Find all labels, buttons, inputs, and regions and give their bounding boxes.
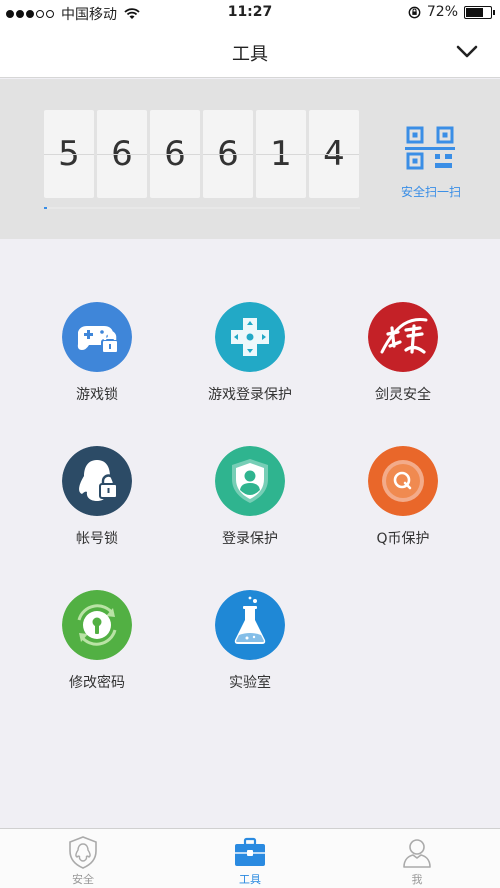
tool-jianling-security[interactable]: 剑灵安全 [338,302,468,412]
game-login-protect-icon [215,302,285,372]
tool-login-protect[interactable]: 登录保护 [185,446,315,556]
tool-label: 修改密码 [69,675,125,691]
change-password-icon [62,590,132,660]
tool-label: Q币保护 [376,531,430,547]
toolbox-icon [235,837,265,866]
rotation-lock-icon [408,6,421,18]
token-digit: 4 [309,110,359,198]
tool-change-password[interactable]: 修改密码 [32,590,162,700]
token-digit: 6 [150,110,200,198]
tool-label: 游戏登录保护 [208,387,292,403]
tab-label: 工具 [239,873,261,886]
tool-label: 剑灵安全 [375,387,431,403]
tool-label: 帐号锁 [76,531,118,547]
tool-game-login-protect[interactable]: 游戏登录保护 [185,302,315,412]
tool-lab[interactable]: 实验室 [185,590,315,700]
status-bar: 中国移动 11:27 72% [0,0,500,26]
battery-icon [464,5,495,19]
user-icon [403,839,431,868]
tab-label: 我 [411,873,423,886]
qr-scan-icon [405,126,455,170]
tool-label: 游戏锁 [76,387,118,403]
tab-tools[interactable]: 工具 [167,829,333,888]
token-panel: 5 6 6 6 1 4 安全扫一扫 [0,79,500,239]
battery-fill [466,7,484,17]
security-scan-label: 安全扫一扫 [400,185,461,199]
qcoin-protect-icon [368,446,438,516]
tool-qcoin-protect[interactable]: Q币保护 [338,446,468,556]
token-digit: 6 [97,110,147,198]
nav-bar: 工具 [0,26,500,78]
token-digit: 6 [203,110,253,198]
tab-security[interactable]: 安全 [0,829,166,888]
token-digit: 1 [256,110,306,198]
tab-label: 安全 [72,873,94,886]
tool-game-lock[interactable]: 游戏锁 [32,302,162,412]
game-lock-icon [62,302,132,372]
tab-me[interactable]: 我 [334,829,500,888]
token-progress-bar [44,207,360,209]
tool-label: 登录保护 [222,531,278,547]
tool-account-lock[interactable]: 帐号锁 [32,446,162,556]
shield-icon [69,836,97,869]
tab-bar: 安全 工具 我 [0,828,500,888]
battery-percent: 72% [426,4,458,20]
token-digit: 5 [44,110,94,198]
login-protect-icon [215,446,285,516]
security-scan-button[interactable]: 安全扫一扫 [392,125,470,205]
account-lock-icon [62,446,132,516]
tool-label: 实验室 [229,675,271,691]
status-right: 72% [408,4,495,20]
page-title: 工具 [232,44,268,65]
lab-icon [215,590,285,660]
jianling-logo-icon [368,302,438,372]
token-progress-fill [44,207,48,209]
chevron-down-icon[interactable] [454,39,480,65]
